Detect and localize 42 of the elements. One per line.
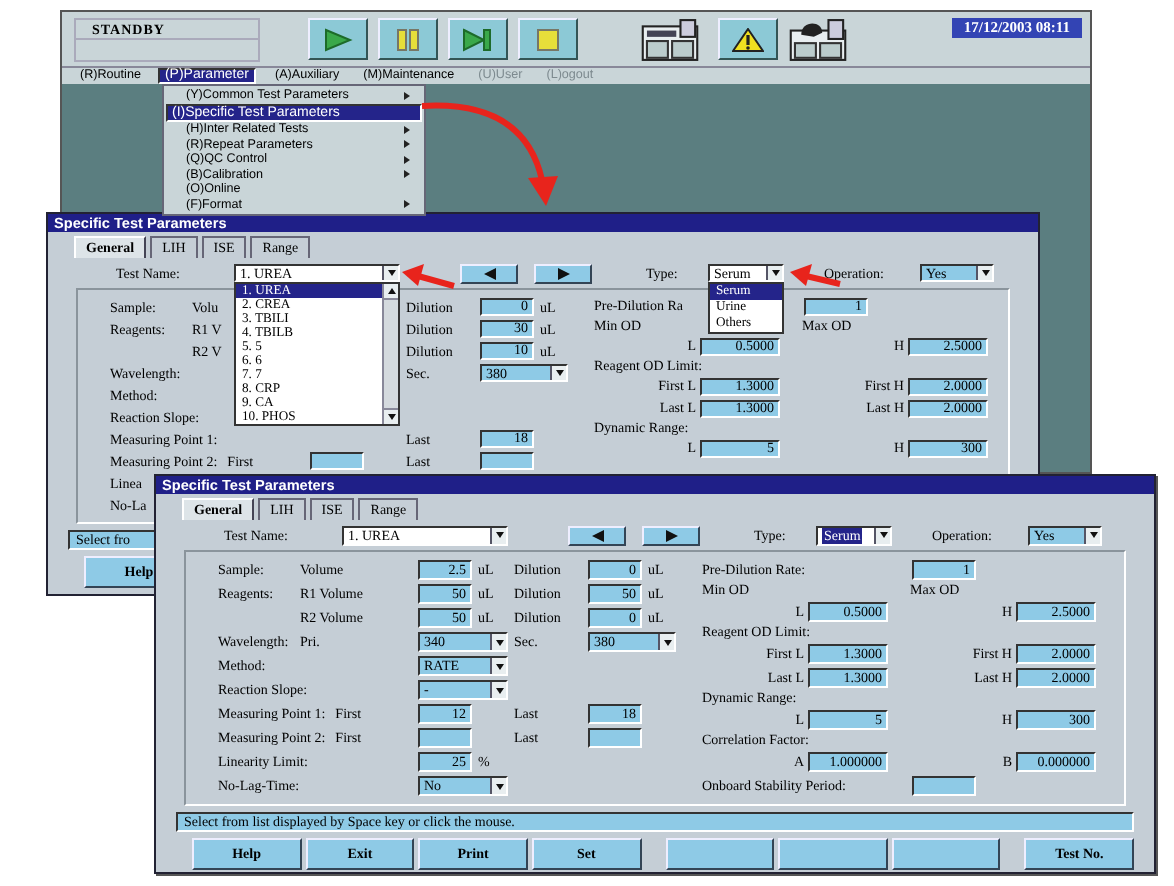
- pause-icon: [392, 27, 424, 51]
- right-triangle-icon: [557, 267, 569, 279]
- next-button[interactable]: [642, 525, 700, 545]
- pause-button[interactable]: [378, 18, 438, 60]
- scrollbar[interactable]: [382, 284, 398, 424]
- stop-icon: [532, 27, 564, 51]
- annotation-arrow: [402, 264, 455, 289]
- blank-button[interactable]: [665, 838, 775, 870]
- warning-icon: [732, 27, 764, 51]
- play-button[interactable]: [308, 18, 368, 60]
- caret-icon: [766, 266, 782, 280]
- scroll-up-icon: [387, 288, 395, 294]
- input-field[interactable]: [912, 776, 976, 796]
- left-triangle-icon: [591, 529, 603, 541]
- input-field[interactable]: [418, 728, 472, 748]
- blank-button[interactable]: [778, 838, 888, 870]
- play-icon: [322, 27, 354, 51]
- previous-button[interactable]: [460, 263, 518, 283]
- next-button[interactable]: [534, 263, 592, 283]
- caret-icon: [874, 527, 890, 543]
- input-field[interactable]: [588, 728, 642, 748]
- blank-button[interactable]: [891, 838, 1001, 870]
- previous-button[interactable]: [568, 525, 626, 545]
- step-icon: [462, 27, 494, 51]
- stop-button[interactable]: [518, 18, 578, 60]
- right-triangle-icon: [665, 529, 677, 541]
- caret-icon: [658, 634, 674, 650]
- scroll-down-icon: [387, 414, 395, 420]
- caret-icon: [490, 527, 506, 543]
- annotation-arrow: [421, 102, 558, 206]
- step-button[interactable]: [448, 18, 508, 60]
- caret-icon: [976, 266, 992, 280]
- instrument-icon[interactable]: [788, 18, 848, 62]
- analyzer-icon[interactable]: [640, 18, 700, 62]
- caret-icon: [490, 778, 506, 794]
- caret-icon: [550, 366, 566, 380]
- warning-button[interactable]: [718, 18, 778, 60]
- caret-icon: [382, 266, 398, 280]
- input-field[interactable]: [480, 452, 534, 470]
- left-triangle-icon: [483, 267, 495, 279]
- input-field[interactable]: [310, 452, 364, 470]
- caret-icon: [1084, 527, 1100, 543]
